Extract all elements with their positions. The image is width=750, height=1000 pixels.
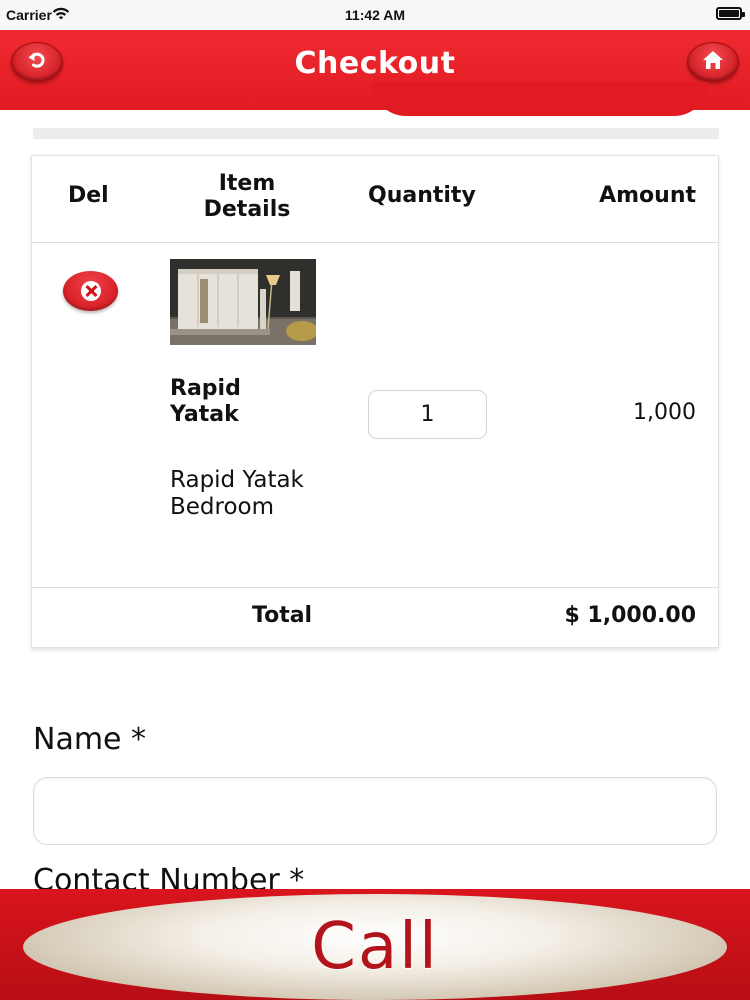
delete-item-button[interactable]: [63, 271, 118, 311]
cart-table: Del Item Details Quantity Amount Rapid Y…: [31, 155, 719, 648]
product-image: [170, 259, 316, 345]
item-amount: 1,000: [633, 400, 696, 425]
call-bar: Call: [0, 889, 750, 1000]
clock: 11:42 AM: [344, 7, 406, 23]
battery-icon: [716, 7, 745, 20]
close-circle-icon: [80, 281, 101, 301]
call-button[interactable]: Call: [23, 894, 727, 1000]
total-value: $ 1,000.00: [564, 603, 696, 628]
total-label: Total: [252, 603, 313, 628]
product-name: Rapid Yatak: [170, 376, 241, 427]
column-header-item: Item Details: [203, 171, 291, 222]
name-label: Name *: [33, 722, 147, 757]
page-title: Checkout: [294, 46, 456, 81]
column-header-amount: Amount: [599, 183, 696, 208]
home-button[interactable]: [687, 42, 739, 82]
call-button-label: Call: [311, 910, 439, 984]
home-icon: [702, 50, 724, 75]
name-field[interactable]: [33, 777, 717, 845]
total-divider: [32, 587, 718, 588]
header-tab-shape: [372, 82, 708, 116]
section-divider: [33, 128, 719, 139]
status-bar: Carrier 11:42 AM: [0, 0, 750, 30]
column-header-quantity: Quantity: [368, 183, 476, 208]
header-divider: [32, 242, 718, 243]
quantity-input[interactable]: 1: [368, 390, 487, 439]
column-header-del: Del: [68, 183, 109, 208]
product-description: Rapid Yatak Bedroom: [170, 467, 304, 520]
